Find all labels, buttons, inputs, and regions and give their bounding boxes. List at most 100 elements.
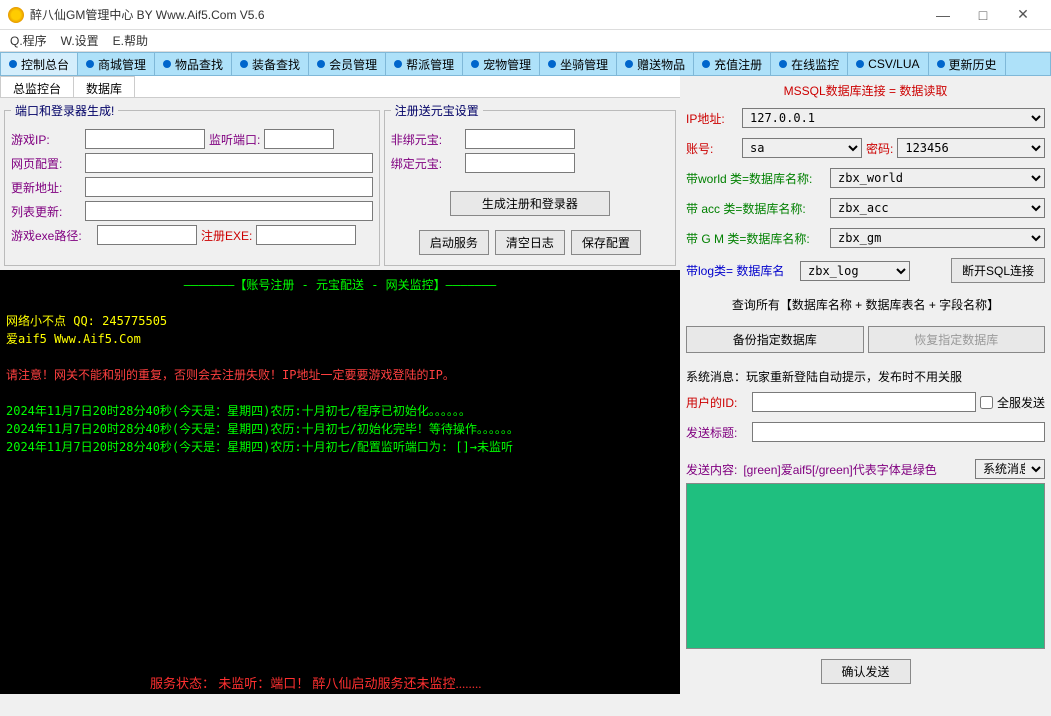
tab-dot-icon (240, 60, 248, 68)
web-cfg-input[interactable] (85, 153, 373, 173)
window-title: 醉八仙GM管理中心 BY Www.Aif5.Com V5.6 (30, 6, 923, 23)
tab-pet[interactable]: 宠物管理 (463, 53, 540, 75)
unbind-input[interactable] (465, 129, 575, 149)
tab-recharge[interactable]: 充值注册 (694, 53, 771, 75)
tab-online[interactable]: 在线监控 (771, 53, 848, 75)
backup-db-button[interactable]: 备份指定数据库 (686, 326, 864, 353)
account-select[interactable]: sa (742, 138, 862, 158)
world-db-select[interactable]: zbx_world (830, 168, 1045, 188)
content-textarea[interactable] (686, 483, 1045, 649)
listen-port-input[interactable] (264, 129, 334, 149)
exe-path-label: 游戏exe路径: (11, 227, 93, 244)
tab-history[interactable]: 更新历史 (929, 53, 1006, 75)
ip-label: IP地址: (686, 110, 738, 127)
acc-db-select[interactable]: zbx_acc (830, 198, 1045, 218)
tab-dot-icon (937, 60, 945, 68)
acc-db-label: 带 acc 类=数据库名称: (686, 200, 826, 217)
bind-label: 绑定元宝: (391, 155, 461, 172)
listen-port-label: 监听端口: (209, 131, 260, 148)
list-update-input[interactable] (85, 201, 373, 221)
menu-program[interactable]: Q.程序 (10, 32, 47, 49)
exe-path-input[interactable] (97, 225, 197, 245)
console-log: 2024年11月7日20时28分40秒(今天是：星期四)农历:十月初七/程序已初… (6, 402, 674, 420)
bind-input[interactable] (465, 153, 575, 173)
update-addr-input[interactable] (85, 177, 373, 197)
update-addr-label: 更新地址: (11, 179, 81, 196)
disconnect-button[interactable]: 断开SQL连接 (951, 258, 1045, 283)
port-panel: 端口和登录器生成! 游戏IP: 监听端口: 网页配置: 更新地址: 列表更新: … (4, 102, 380, 266)
main-tabbar: 控制总台 商城管理 物品查找 装备查找 会员管理 帮派管理 宠物管理 坐骑管理 … (0, 52, 1051, 76)
send-content-label: 发送内容: (686, 461, 737, 478)
minimize-button[interactable]: — (923, 1, 963, 29)
tab-dot-icon (317, 60, 325, 68)
ip-select[interactable]: 127.0.0.1 (742, 108, 1045, 128)
tab-mount[interactable]: 坐骑管理 (540, 53, 617, 75)
tab-dot-icon (625, 60, 633, 68)
console: ———————【账号注册 - 元宝配送 - 网关监控】——————— 网络小不点… (0, 270, 680, 671)
tab-mall[interactable]: 商城管理 (78, 53, 155, 75)
all-send-label: 全服发送 (997, 394, 1045, 411)
password-label: 密码: (866, 140, 893, 157)
log-db-select[interactable]: zbx_log (800, 261, 910, 281)
register-panel: 注册送元宝设置 非绑元宝: 绑定元宝: 生成注册和登录器 启动服务 清空日志 保… (384, 102, 676, 266)
tab-gift[interactable]: 赠送物品 (617, 53, 694, 75)
app-icon (8, 7, 24, 23)
status-line: 服务状态： 未监听：端口！ 醉八仙启动服务还未监控........ (0, 671, 680, 694)
tab-equip-search[interactable]: 装备查找 (232, 53, 309, 75)
tab-member[interactable]: 会员管理 (309, 53, 386, 75)
save-config-button[interactable]: 保存配置 (571, 230, 641, 255)
tab-dot-icon (471, 60, 479, 68)
tab-dot-icon (779, 60, 787, 68)
game-ip-label: 游戏IP: (11, 131, 81, 148)
tab-item-search[interactable]: 物品查找 (155, 53, 232, 75)
console-log: 2024年11月7日20时28分40秒(今天是：星期四)农历:十月初七/初始化完… (6, 420, 674, 438)
tab-dot-icon (548, 60, 556, 68)
clear-log-button[interactable]: 清空日志 (495, 230, 565, 255)
send-content-hint: [green]爱aif5[/green]代表字体是绿色 (743, 461, 936, 478)
msg-type-select[interactable]: 系统消息 (975, 459, 1045, 479)
unbind-label: 非绑元宝: (391, 131, 461, 148)
user-id-label: 用户的ID: (686, 394, 748, 411)
menubar: Q.程序 W.设置 E.帮助 (0, 30, 1051, 52)
tab-guild[interactable]: 帮派管理 (386, 53, 463, 75)
db-header: MSSQL数据库连接 = 数据读取 (686, 80, 1045, 101)
account-label: 账号: (686, 140, 738, 157)
console-line: 网络小不点 QQ: 245775505 (6, 312, 674, 330)
tab-csv[interactable]: CSV/LUA (848, 53, 928, 75)
send-title-input[interactable] (752, 422, 1045, 442)
tab-control[interactable]: 控制总台 (1, 53, 78, 75)
query-all-label: 查询所有【数据库名称 + 数据库表名 + 字段名称】 (686, 290, 1045, 319)
confirm-send-button[interactable]: 确认发送 (821, 659, 911, 684)
menu-help[interactable]: E.帮助 (113, 32, 148, 49)
send-title-label: 发送标题: (686, 424, 748, 441)
tab-dot-icon (9, 60, 17, 68)
gen-reg-button[interactable]: 生成注册和登录器 (450, 191, 610, 216)
tab-dot-icon (702, 60, 710, 68)
user-id-input[interactable] (752, 392, 976, 412)
subtab-database[interactable]: 数据库 (73, 76, 135, 97)
console-log: 2024年11月7日20时28分40秒(今天是：星期四)农历:十月初七/配置监听… (6, 438, 674, 456)
sysmsg-header: 系统消息：玩家重新登陆自动提示，发布时不用关服 (686, 368, 1045, 385)
titlebar: 醉八仙GM管理中心 BY Www.Aif5.Com V5.6 — □ ✕ (0, 0, 1051, 30)
console-header: ———————【账号注册 - 元宝配送 - 网关监控】——————— (6, 276, 674, 294)
console-line: 爱aif5 Www.Aif5.Com (6, 330, 674, 348)
log-db-label: 带log类= 数据库名 (686, 262, 796, 279)
tab-dot-icon (163, 60, 171, 68)
console-warning: 请注意！网关不能和别的重复，否则会去注册失败！IP地址一定要要游戏登陆的IP。 (6, 366, 674, 384)
password-select[interactable]: 123456 (897, 138, 1045, 158)
game-ip-input[interactable] (85, 129, 205, 149)
sub-tabbar: 总监控台 数据库 (0, 76, 680, 98)
maximize-button[interactable]: □ (963, 1, 1003, 29)
gm-db-select[interactable]: zbx_gm (830, 228, 1045, 248)
reg-exe-label: 注册EXE: (201, 227, 252, 244)
menu-settings[interactable]: W.设置 (61, 32, 99, 49)
subtab-monitor[interactable]: 总监控台 (0, 76, 74, 97)
all-send-checkbox[interactable] (980, 396, 993, 409)
close-button[interactable]: ✕ (1003, 1, 1043, 29)
world-db-label: 带world 类=数据库名称: (686, 170, 826, 187)
list-update-label: 列表更新: (11, 203, 81, 220)
tab-dot-icon (856, 60, 864, 68)
start-service-button[interactable]: 启动服务 (419, 230, 489, 255)
reg-exe-input[interactable] (256, 225, 356, 245)
restore-db-button[interactable]: 恢复指定数据库 (868, 326, 1046, 353)
